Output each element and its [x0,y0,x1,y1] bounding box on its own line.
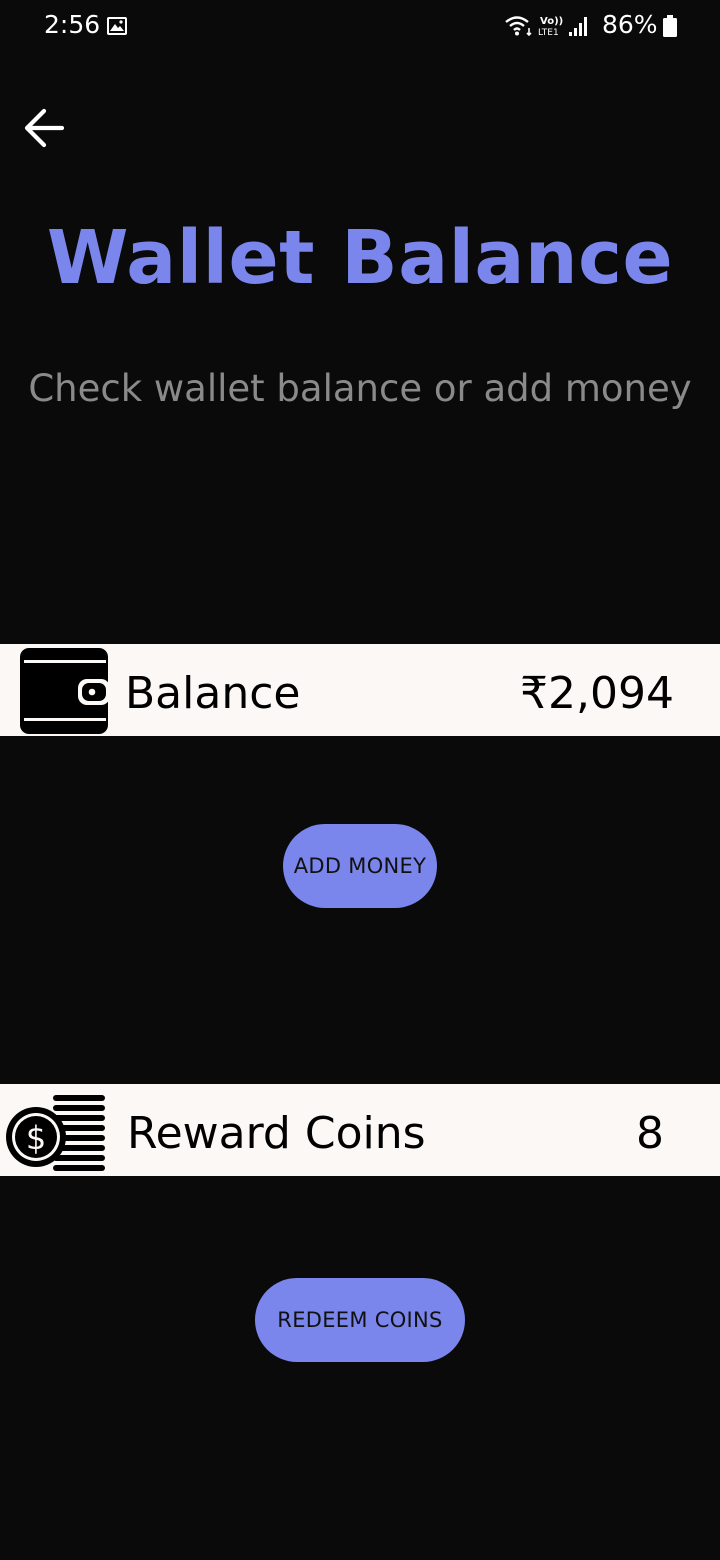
volte-indicator: Vo)) LTE1 [537,14,567,38]
status-bar: 2:56 Vo)) LTE1 86% [0,0,720,56]
svg-text:$: $ [26,1119,46,1157]
battery-percent: 86% [602,10,658,39]
coins-icon: $ [5,1092,107,1180]
reward-coins-label: Reward Coins [127,1108,426,1159]
svg-text:LTE1: LTE1 [538,28,559,38]
wifi-icon [504,14,534,38]
status-time: 2:56 [44,10,101,39]
wallet-icon [18,646,110,740]
page-subtitle: Check wallet balance or add money [28,367,692,410]
svg-text:Vo)): Vo)) [540,16,563,27]
battery-icon [662,14,678,38]
balance-value: ₹2,094 [520,668,674,719]
gallery-icon [106,15,128,37]
page-title: Wallet Balance [46,215,674,301]
add-money-button[interactable]: ADD MONEY [283,824,437,908]
arrow-left-icon [22,106,66,154]
redeem-coins-button[interactable]: REDEEM COINS [255,1278,465,1362]
reward-coins-card: $ Reward Coins 8 [0,1084,720,1176]
signal-icon [568,14,590,38]
balance-card: Balance ₹2,094 [0,644,720,736]
back-button[interactable] [16,102,72,158]
reward-coins-value: 8 [636,1108,664,1159]
balance-label: Balance [125,668,301,719]
